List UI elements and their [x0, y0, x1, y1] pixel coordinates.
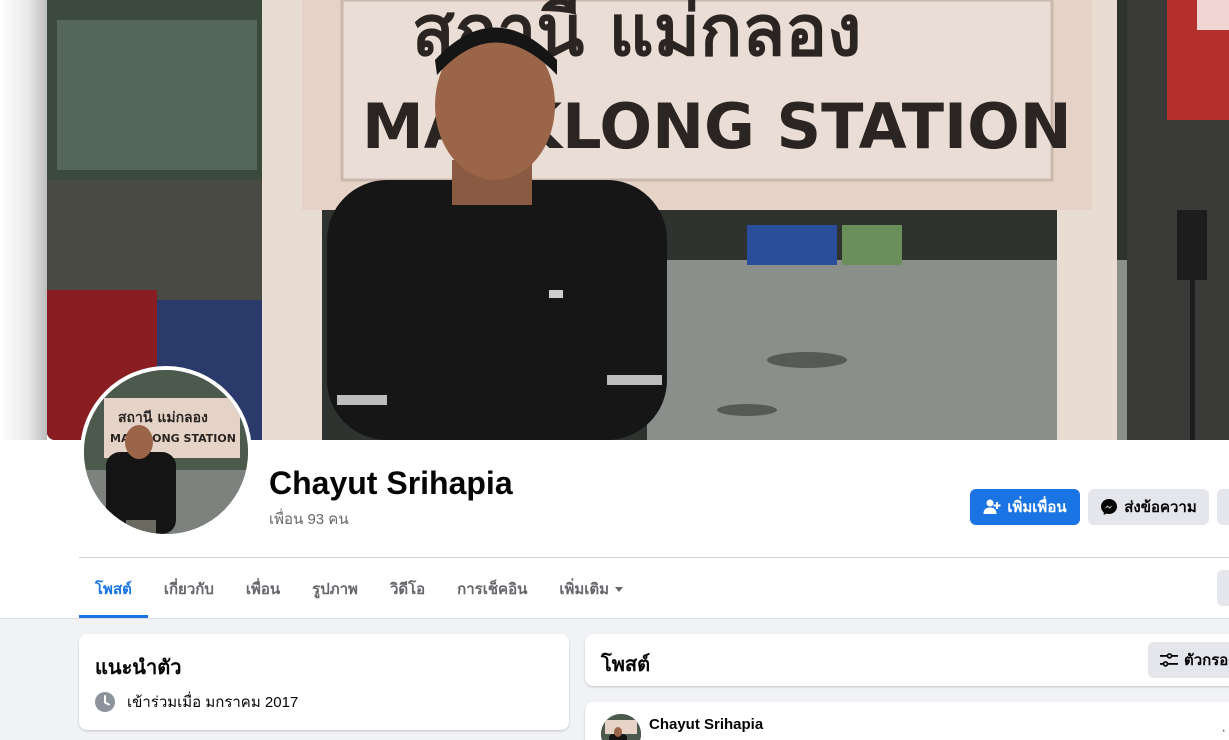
profile-tabs: โพสต์ เกี่ยวกับ เพื่อน รูปภาพ วิดีโอ การ…	[79, 560, 639, 618]
joined-row: เข้าร่วมเมื่อ มกราคม 2017	[95, 690, 298, 714]
intro-card: แนะนำตัว เข้าร่วมเมื่อ มกราคม 2017	[79, 634, 569, 730]
tabs-overflow-button[interactable]	[1217, 570, 1229, 606]
message-label: ส่งข้อความ	[1124, 499, 1197, 516]
tab-about-label: เกี่ยวกับ	[163, 581, 214, 598]
post-card: Chayut Srihapia ·	[585, 702, 1229, 740]
post-author-name[interactable]: Chayut Srihapia	[649, 716, 763, 733]
filter-label: ตัวกรอง	[1184, 652, 1229, 669]
avatar-sign-thai: สถานี แม่กลอง	[118, 410, 208, 426]
facebook-profile-page: สถานี แม่กลอง MAEKLONG STATION สถานี แม่…	[0, 0, 1229, 740]
tab-more-label: เพิ่มเติม	[559, 581, 610, 598]
add-friend-label: เพิ่มเพื่อน	[1007, 499, 1067, 516]
profile-name: Chayut Srihapia	[269, 465, 513, 501]
tab-friends[interactable]: เพื่อน	[230, 560, 296, 618]
intro-title: แนะนำตัว	[95, 657, 182, 679]
header-left-edge	[0, 0, 47, 440]
header-bottom-border	[0, 618, 1229, 619]
avatar-photo: สถานี แม่กลอง MAEKLONG STATION	[84, 370, 248, 534]
clock-icon	[95, 692, 115, 712]
tab-photos-label: รูปภาพ	[312, 581, 358, 598]
tab-checkins-label: การเช็คอิน	[457, 581, 528, 598]
header-divider	[79, 557, 1229, 558]
chevron-down-icon	[615, 586, 624, 592]
tab-checkins[interactable]: การเช็คอิน	[441, 560, 543, 618]
tab-friends-label: เพื่อน	[245, 581, 281, 598]
cover-photo-image: สถานี แม่กลอง MAEKLONG STATION	[47, 0, 1229, 440]
joined-date: เข้าร่วมเมื่อ มกราคม 2017	[127, 694, 299, 711]
posts-title: โพสต์	[601, 654, 651, 676]
tab-more[interactable]: เพิ่มเติม	[543, 560, 639, 618]
post-author-avatar[interactable]	[601, 714, 641, 740]
messenger-icon	[1100, 498, 1118, 516]
tab-photos[interactable]: รูปภาพ	[296, 560, 374, 618]
add-friend-icon	[983, 498, 1001, 516]
profile-avatar[interactable]: สถานี แม่กลอง MAEKLONG STATION	[80, 366, 252, 538]
filter-button[interactable]: ตัวกรอง	[1148, 642, 1229, 678]
tab-videos[interactable]: วิดีโอ	[374, 560, 441, 618]
tab-about[interactable]: เกี่ยวกับ	[148, 560, 230, 618]
filter-icon	[1160, 653, 1178, 667]
cover-photo[interactable]: สถานี แม่กลอง MAEKLONG STATION	[47, 0, 1229, 440]
tab-posts-label: โพสต์	[95, 581, 132, 598]
friend-count-link[interactable]: เพื่อน 93 คน	[269, 507, 349, 531]
tab-videos-label: วิดีโอ	[389, 581, 426, 598]
post-options-icon[interactable]: ·	[1221, 722, 1226, 740]
message-button[interactable]: ส่งข้อความ	[1088, 489, 1209, 525]
posts-header-card: โพสต์ ตัวกรอง	[585, 634, 1229, 686]
tab-posts[interactable]: โพสต์	[79, 560, 148, 618]
more-actions-button[interactable]	[1217, 489, 1229, 525]
add-friend-button[interactable]: เพิ่มเพื่อน	[970, 489, 1080, 525]
avatar-image: สถานี แม่กลอง MAEKLONG STATION	[84, 370, 248, 534]
